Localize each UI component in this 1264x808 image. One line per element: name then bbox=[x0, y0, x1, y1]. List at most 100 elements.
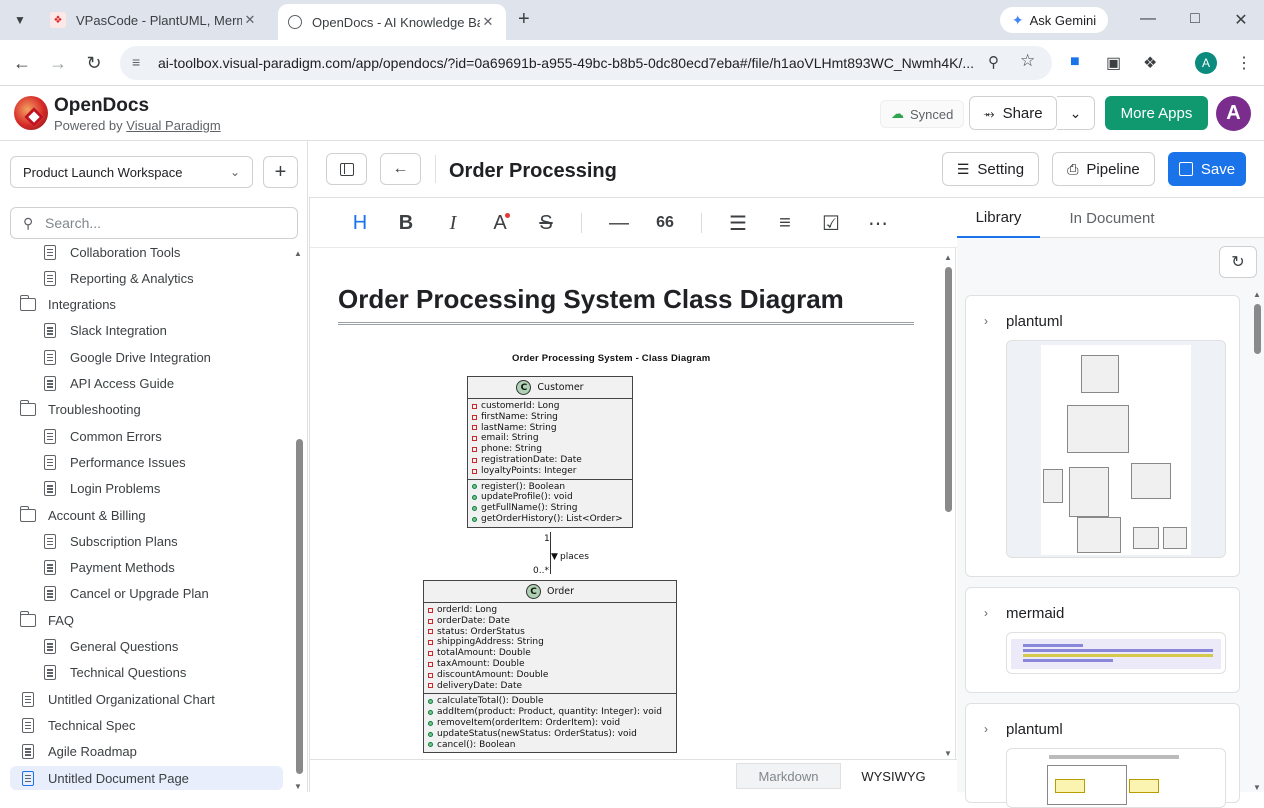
tab-library[interactable]: Library bbox=[957, 198, 1040, 238]
workspace-select[interactable]: Product Launch Workspace ⌄ bbox=[10, 156, 253, 188]
class-attribute: phone: String bbox=[472, 444, 628, 455]
sync-status-badge: ☁ Synced bbox=[880, 100, 965, 128]
bold-icon[interactable]: B bbox=[394, 211, 418, 235]
tab-search-chevron-icon[interactable]: ▼ bbox=[8, 8, 32, 32]
diagram-thumbnail[interactable] bbox=[1006, 748, 1226, 808]
horizontal-rule-icon[interactable]: — bbox=[607, 211, 631, 235]
sidebar-page[interactable]: Untitled Document Page bbox=[10, 766, 283, 790]
text-color-icon[interactable]: A bbox=[488, 211, 512, 235]
share-dropdown-button[interactable]: ⌄ bbox=[1057, 96, 1095, 130]
heading-icon[interactable]: H bbox=[348, 211, 372, 235]
document-heading[interactable]: Order Processing System Class Diagram bbox=[338, 284, 844, 315]
toggle-sidebar-button[interactable] bbox=[326, 153, 367, 185]
back-arrow-icon[interactable]: ← bbox=[10, 51, 34, 75]
maximize-icon[interactable]: □ bbox=[1185, 10, 1205, 28]
browser-tab-opendocs[interactable]: OpenDocs - AI Knowledge Base ✕ bbox=[278, 4, 506, 40]
sidebar-page[interactable]: General Questions bbox=[42, 635, 178, 659]
new-tab-plus-icon[interactable]: + bbox=[518, 9, 530, 29]
setting-button[interactable]: ☰ Setting bbox=[942, 152, 1039, 186]
sidebar-page[interactable]: Cancel or Upgrade Plan bbox=[42, 582, 209, 606]
diagram-thumbnail[interactable] bbox=[1006, 340, 1226, 558]
url-input[interactable]: ai-toolbox.visual-paradigm.com/app/opend… bbox=[120, 46, 1052, 80]
class-diagram[interactable]: Order Processing System - Class Diagram … bbox=[410, 348, 790, 758]
scroll-down-icon[interactable]: ▼ bbox=[294, 782, 302, 791]
sidebar-page[interactable]: Subscription Plans bbox=[42, 529, 178, 553]
sidebar-page[interactable]: Common Errors bbox=[42, 424, 162, 448]
member-text: lastName: String bbox=[481, 422, 557, 433]
task-list-checkbox-icon[interactable]: ☑ bbox=[819, 211, 843, 235]
user-avatar[interactable]: A bbox=[1216, 96, 1251, 131]
sidebar-page[interactable]: Technical Spec bbox=[20, 713, 135, 737]
bullet-list-icon[interactable]: ☰ bbox=[726, 211, 750, 235]
sidebar-page[interactable]: Slack Integration bbox=[42, 319, 167, 343]
scroll-down-icon[interactable]: ▼ bbox=[944, 749, 952, 758]
sidebar-search-input[interactable]: ⚲ Search... bbox=[10, 207, 298, 239]
close-tab-icon[interactable]: ✕ bbox=[480, 14, 496, 30]
site-info-icon[interactable]: ≡ bbox=[132, 54, 140, 70]
puzzle-extensions-icon[interactable]: ❖ bbox=[1143, 53, 1157, 73]
diagram-thumbnail[interactable] bbox=[1006, 632, 1226, 674]
sidebar-folder[interactable]: Troubleshooting bbox=[19, 398, 141, 422]
scroll-up-icon[interactable]: ▲ bbox=[1253, 290, 1261, 299]
editor-content[interactable]: Order Processing System Class Diagram Or… bbox=[310, 248, 943, 758]
sidebar-page[interactable]: Google Drive Integration bbox=[42, 345, 211, 369]
sidebar-page[interactable]: API Access Guide bbox=[42, 372, 174, 396]
library-card[interactable]: › plantuml bbox=[965, 295, 1240, 577]
add-page-button[interactable]: + bbox=[263, 156, 298, 188]
tab-in-document[interactable]: In Document bbox=[1052, 198, 1172, 238]
reload-icon[interactable]: ↻ bbox=[82, 51, 106, 75]
sidebar-page[interactable]: Reporting & Analytics bbox=[42, 266, 194, 290]
visual-paradigm-link[interactable]: Visual Paradigm bbox=[126, 118, 220, 133]
italic-icon[interactable]: I bbox=[441, 211, 465, 235]
scroll-down-icon[interactable]: ▼ bbox=[1253, 783, 1261, 792]
sidebar-page[interactable]: Untitled Organizational Chart bbox=[20, 687, 215, 711]
chevron-right-icon[interactable]: › bbox=[984, 606, 988, 620]
numbered-list-icon[interactable]: ≡ bbox=[773, 211, 797, 235]
more-options-icon[interactable]: ⋯ bbox=[866, 211, 890, 235]
sidebar-folder[interactable]: Integrations bbox=[19, 293, 116, 317]
sidebar-folder[interactable]: Account & Billing bbox=[19, 503, 146, 527]
browser-menu-icon[interactable]: ⋮ bbox=[1236, 53, 1252, 73]
document-title[interactable]: Order Processing bbox=[449, 160, 617, 183]
sidebar-page[interactable]: Payment Methods bbox=[42, 556, 175, 580]
sidebar-page[interactable]: Technical Questions bbox=[42, 661, 186, 685]
sidebar-page[interactable]: Performance Issues bbox=[42, 450, 186, 474]
library-card[interactable]: › plantuml bbox=[965, 703, 1240, 808]
ask-gemini-button[interactable]: ✦ Ask Gemini bbox=[1000, 7, 1108, 33]
minimize-icon[interactable]: — bbox=[1138, 10, 1158, 28]
library-scrollbar[interactable]: ▲ ▼ bbox=[1253, 290, 1262, 792]
save-button[interactable]: Save bbox=[1168, 152, 1246, 186]
more-apps-button[interactable]: More Apps bbox=[1105, 96, 1208, 130]
forward-arrow-icon[interactable]: → bbox=[46, 51, 70, 75]
extension-icon[interactable]: ■ bbox=[1070, 53, 1080, 71]
scrollbar-thumb[interactable] bbox=[945, 267, 952, 512]
share-button[interactable]: ⥇ Share bbox=[969, 96, 1057, 130]
sidebar-page[interactable]: Collaboration Tools bbox=[42, 242, 180, 264]
screenshot-icon[interactable]: ▣ bbox=[1106, 53, 1121, 73]
scroll-up-icon[interactable]: ▲ bbox=[294, 249, 302, 258]
close-tab-icon[interactable]: ✕ bbox=[242, 12, 258, 28]
scrollbar-thumb[interactable] bbox=[1254, 304, 1261, 354]
browser-tab-vpascode[interactable]: ❖ VPasCode - PlantUML, Mermaid ✕ bbox=[40, 6, 268, 34]
sidebar-page[interactable]: Login Problems bbox=[42, 477, 160, 501]
browser-profile-avatar[interactable]: A bbox=[1195, 52, 1217, 74]
markdown-mode-tab[interactable]: Markdown bbox=[736, 763, 841, 789]
sidebar-scrollbar[interactable]: ▲ ▼ bbox=[294, 249, 304, 791]
chevron-right-icon[interactable]: › bbox=[984, 722, 988, 736]
pipeline-button[interactable]: ⎙ Pipeline bbox=[1052, 152, 1155, 186]
editor-scrollbar[interactable]: ▲ ▼ bbox=[944, 253, 954, 758]
wysiwyg-mode-tab[interactable]: WYSIWYG bbox=[841, 763, 946, 789]
scroll-up-icon[interactable]: ▲ bbox=[944, 253, 952, 262]
sidebar-folder[interactable]: FAQ bbox=[19, 608, 74, 632]
chevron-right-icon[interactable]: › bbox=[984, 314, 988, 328]
library-card[interactable]: › mermaid bbox=[965, 587, 1240, 693]
sidebar-page[interactable]: Agile Roadmap bbox=[20, 740, 137, 764]
quote-icon[interactable]: 66 bbox=[653, 211, 677, 235]
bookmark-star-icon[interactable]: ☆ bbox=[1020, 51, 1035, 71]
close-window-icon[interactable]: ✕ bbox=[1231, 10, 1251, 30]
scrollbar-thumb[interactable] bbox=[296, 439, 303, 774]
zoom-icon[interactable]: ⚲ bbox=[988, 53, 999, 71]
strikethrough-icon[interactable]: S bbox=[534, 211, 558, 235]
refresh-button[interactable]: ↻ bbox=[1219, 246, 1257, 278]
back-button[interactable]: ← bbox=[380, 153, 421, 185]
